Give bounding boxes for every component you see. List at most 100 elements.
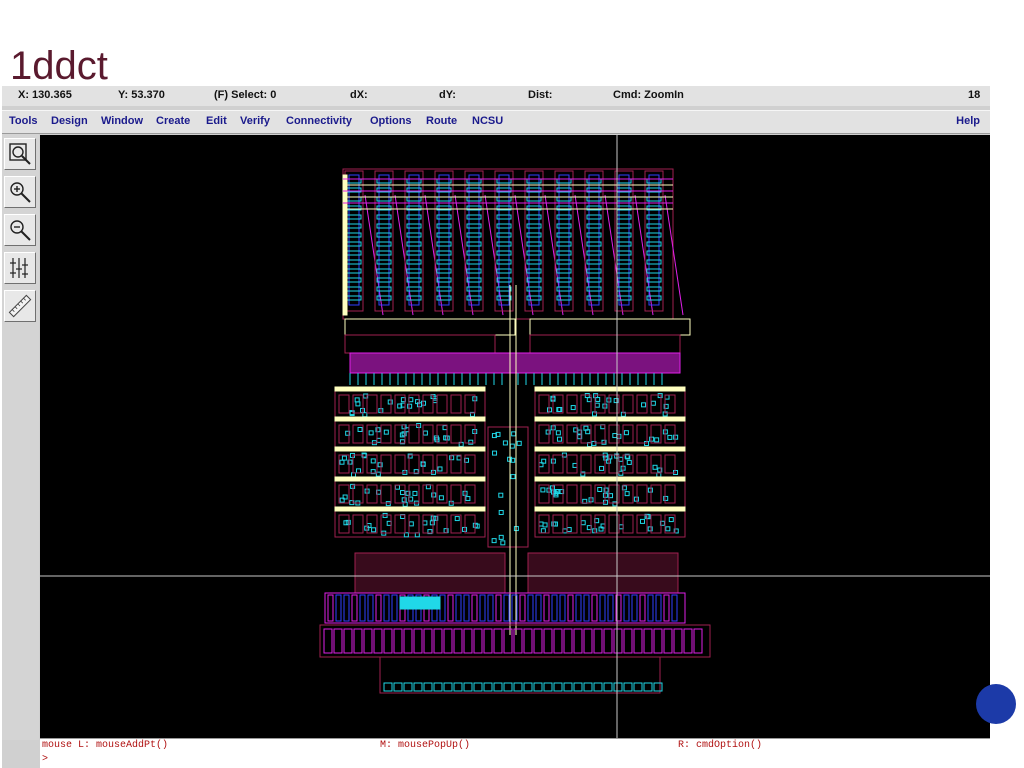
column-metal: [468, 174, 480, 306]
lower-column: [663, 594, 670, 622]
contact: [597, 486, 603, 492]
column-metal: [618, 174, 630, 306]
io-cell: [423, 628, 433, 654]
bottom-contact: [623, 682, 633, 692]
gate-cell: [622, 394, 634, 414]
io-cell: [373, 628, 383, 654]
dx-readout: dX:: [350, 89, 368, 101]
contact: [641, 402, 647, 408]
magenta-strip: [349, 352, 681, 374]
io-cell: [493, 628, 503, 654]
contact: [626, 459, 632, 465]
contact: [668, 517, 674, 523]
lower-array-outline: [324, 592, 686, 624]
contact: [667, 434, 673, 440]
zoom-out-icon: [10, 220, 31, 241]
menu-help[interactable]: Help: [956, 115, 980, 127]
menu-design[interactable]: Design: [51, 115, 88, 127]
column-metal: [378, 174, 390, 306]
zoom-in-button[interactable]: [4, 176, 36, 208]
io-cell: [353, 628, 363, 654]
menu-create[interactable]: Create: [156, 115, 190, 127]
gate-cell: [538, 454, 550, 474]
bottom-contact: [393, 682, 403, 692]
contact: [652, 464, 658, 470]
menu-window[interactable]: Window: [101, 115, 143, 127]
contact: [540, 528, 546, 534]
gate-cell: [352, 514, 364, 534]
contact: [612, 433, 618, 439]
menu-verify[interactable]: Verify: [240, 115, 270, 127]
io-cell: [523, 628, 533, 654]
menu-connectivity[interactable]: Connectivity: [286, 115, 352, 127]
lower-column: [551, 594, 558, 622]
lower-column: [463, 594, 470, 622]
bottom-contact: [483, 682, 493, 692]
contact: [613, 398, 619, 404]
column-metal: [438, 174, 450, 306]
contact: [394, 484, 400, 490]
zoom-out-button[interactable]: [4, 214, 36, 246]
coordinate-status-bar: X: 130.365 Y: 53.370 (F) Select: 0 dX: d…: [2, 86, 990, 106]
grid-button[interactable]: [4, 252, 36, 284]
io-cell: [403, 628, 413, 654]
column-metal: [558, 174, 570, 306]
lower-block-left: [354, 552, 506, 594]
lower-column: [335, 594, 342, 622]
menu-ncsu[interactable]: NCSU: [472, 115, 503, 127]
gate-cell: [566, 514, 578, 534]
contact: [649, 436, 655, 442]
io-cell: [413, 628, 423, 654]
bottom-contact: [613, 682, 623, 692]
bottom-contact: [413, 682, 423, 692]
gate-cell: [580, 454, 592, 474]
contact: [401, 497, 407, 503]
io-cell: [393, 628, 403, 654]
menu-options[interactable]: Options: [370, 115, 412, 127]
bottom-contact: [553, 682, 563, 692]
lower-column: [623, 594, 630, 622]
gate-cell: [408, 484, 420, 504]
layout-canvas[interactable]: [40, 135, 990, 738]
bottom-contact: [493, 682, 503, 692]
lower-column: [519, 594, 526, 622]
menu-tools[interactable]: Tools: [9, 115, 38, 127]
io-cell: [443, 628, 453, 654]
lower-column: [471, 594, 478, 622]
gate-cell: [636, 424, 648, 444]
lower-column: [631, 594, 638, 622]
contact: [647, 526, 653, 532]
gate-cell: [436, 484, 448, 504]
contact: [664, 394, 670, 400]
menu-bar: Tools Design Window Create Edit Verify C…: [2, 110, 990, 134]
gate-cell: [650, 424, 662, 444]
io-cell: [563, 628, 573, 654]
lower-column: [567, 594, 574, 622]
power-rail: [534, 476, 686, 482]
gate-cell: [408, 514, 420, 534]
dy-readout: dY:: [439, 89, 456, 101]
contact: [624, 491, 630, 497]
center-contact: [511, 431, 517, 437]
contact: [371, 527, 377, 533]
gate-cell: [464, 454, 476, 474]
io-cell: [673, 628, 683, 654]
menu-edit[interactable]: Edit: [206, 115, 227, 127]
command-line[interactable]: >: [40, 753, 990, 768]
layout-editor-window: X: 130.365 Y: 53.370 (F) Select: 0 dX: d…: [2, 86, 990, 768]
io-cell: [533, 628, 543, 654]
mid-bus-right: [529, 318, 691, 336]
zoom-fit-button[interactable]: [4, 138, 36, 170]
power-rail: [534, 386, 686, 392]
contact: [540, 487, 546, 493]
contact: [465, 496, 471, 502]
contact: [538, 521, 544, 527]
menu-route[interactable]: Route: [426, 115, 457, 127]
select-count: (F) Select: 0: [214, 89, 277, 101]
center-contact: [491, 538, 497, 544]
bottom-contact: [503, 682, 513, 692]
gate-cell: [450, 484, 462, 504]
bottom-contact: [603, 682, 613, 692]
ruler-button[interactable]: [4, 290, 36, 322]
contact: [437, 466, 443, 472]
